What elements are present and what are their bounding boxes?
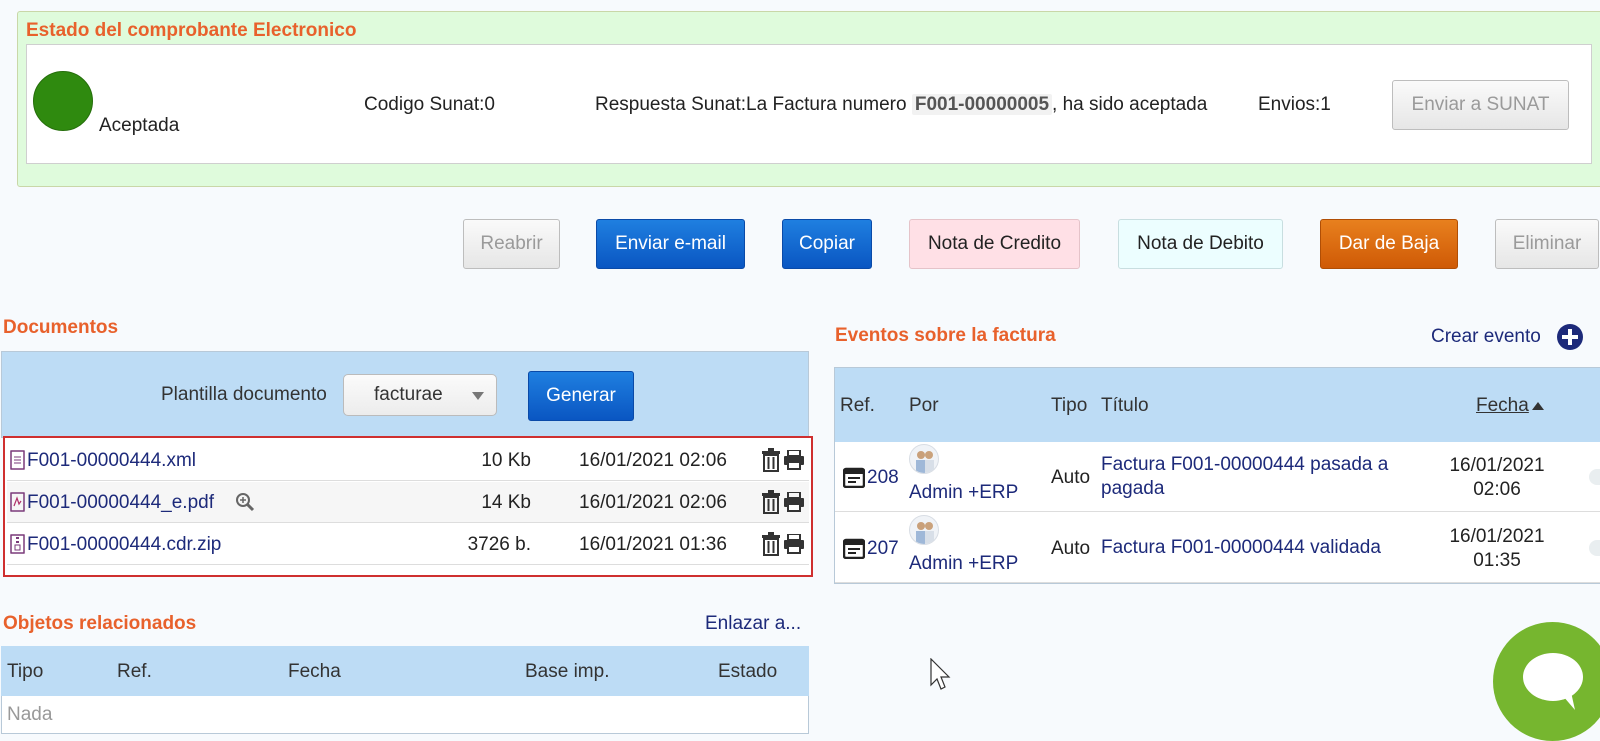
column-header-fecha[interactable]: Fecha [1476,395,1529,417]
file-row: F001-00000444.xml 10 Kb 16/01/2021 02:06 [7,440,809,481]
avatar-people-icon [916,522,934,544]
cancel-invoice-button[interactable]: Dar de Baja [1320,219,1458,269]
printer-icon[interactable] [783,534,805,554]
empty-message: Nada [7,704,53,725]
event-title-link[interactable]: Factura F001-00000444 pasada a pagada [1101,453,1431,501]
zip-file-icon [10,534,25,554]
column-header-titulo[interactable]: Título [1101,395,1149,417]
trash-icon[interactable] [761,490,781,514]
documents-file-list: F001-00000444.xml 10 Kb 16/01/2021 02:06… [3,436,813,577]
file-row: F001-00000444.cdr.zip 3726 b. 16/01/2021… [7,524,809,565]
user-avatar[interactable] [909,444,939,474]
event-author-link[interactable]: Admin +ERP [909,553,1018,575]
create-event-link[interactable]: Crear evento [1431,326,1541,348]
event-row: 208 Admin +ERP Auto Factura F001-0000044… [835,442,1600,512]
file-link[interactable]: F001-00000444.cdr.zip [27,534,221,556]
sunat-response-prefix: Respuesta Sunat:La Factura numero [595,94,907,115]
status-label: Aceptada [99,115,180,136]
event-date: 16/01/2021 02:06 [1447,454,1547,502]
event-type: Auto [1051,467,1091,488]
event-date-day: 16/01/2021 [1449,455,1545,476]
event-row: 207 Admin +ERP Auto Factura F001-0000044… [835,513,1600,583]
user-avatar[interactable] [909,515,939,545]
template-label: Plantilla documento [161,384,327,405]
trash-icon[interactable] [761,448,781,472]
event-author-link[interactable]: Admin +ERP [909,482,1018,504]
file-link[interactable]: F001-00000444.xml [27,450,196,472]
sunat-response-suffix: , ha sido aceptada [1052,94,1208,115]
event-status-pill [1589,540,1600,556]
column-header-fecha[interactable]: Fecha [288,661,341,683]
column-header-base-imp[interactable]: Base imp. [525,661,609,683]
event-ref-link[interactable]: 208 [867,467,899,489]
event-ref-link[interactable]: 207 [867,538,899,560]
event-status-pill [1589,469,1600,485]
copy-button[interactable]: Copiar [782,219,872,269]
file-size: 14 Kb [481,492,531,513]
link-to-button[interactable]: Enlazar a... [705,613,801,635]
file-size: 3726 b. [467,534,531,555]
mouse-cursor-icon [930,658,951,690]
file-date: 16/01/2021 01:36 [579,534,727,555]
generate-button[interactable]: Generar [528,371,634,421]
event-date-day: 16/01/2021 [1449,526,1545,547]
printer-icon[interactable] [783,450,805,470]
xml-file-icon [10,450,25,470]
status-indicator-icon [33,71,93,131]
column-header-por[interactable]: Por [909,395,939,417]
calendar-icon [843,538,865,559]
sunat-response: Respuesta Sunat:La Factura numero F001-0… [595,94,1207,116]
pdf-file-icon [10,492,25,512]
column-header-ref[interactable]: Ref. [117,661,152,683]
printer-icon[interactable] [783,492,805,512]
column-header-ref[interactable]: Ref. [840,395,875,417]
sunat-code: Codigo Sunat:0 [364,94,495,115]
column-header-estado[interactable]: Estado [718,661,777,683]
event-type: Auto [1051,538,1091,559]
documents-title: Documentos [3,317,119,338]
preview-zoom-icon[interactable] [235,492,255,512]
send-count: Envios:1 [1258,94,1331,115]
delete-button[interactable]: Eliminar [1495,219,1599,269]
sort-ascending-icon [1532,402,1544,410]
file-date: 16/01/2021 02:06 [579,450,727,471]
chevron-down-icon [472,392,484,400]
column-header-tipo[interactable]: Tipo [1051,395,1087,417]
column-header-tipo[interactable]: Tipo [7,661,43,683]
event-title-link[interactable]: Factura F001-00000444 validada [1101,536,1431,560]
send-to-sunat-button[interactable]: Enviar a SUNAT [1392,80,1569,130]
credit-note-button[interactable]: Nota de Credito [909,219,1080,269]
file-link[interactable]: F001-00000444_e.pdf [27,492,214,514]
related-objects-title: Objetos relacionados [3,613,197,634]
file-date: 16/01/2021 02:06 [579,492,727,513]
events-title: Eventos sobre la factura [835,325,1056,346]
chat-bubble-icon [1523,653,1583,710]
template-select[interactable]: facturae [343,374,497,416]
debit-note-button[interactable]: Nota de Debito [1118,219,1283,269]
chat-widget-button[interactable] [1493,622,1600,741]
event-date-time: 01:35 [1473,550,1521,571]
calendar-icon [843,467,865,488]
file-size: 10 Kb [481,450,531,471]
event-date: 16/01/2021 01:35 [1447,525,1547,573]
template-select-value: facturae [374,384,443,405]
invoice-number-badge: F001-00000005 [911,94,1053,115]
status-panel-title: Estado del comprobante Electronico [26,20,357,41]
trash-icon[interactable] [761,532,781,556]
reopen-button[interactable]: Reabrir [463,219,560,269]
event-date-time: 02:06 [1473,479,1521,500]
add-circle-icon[interactable] [1556,323,1584,351]
avatar-people-icon [916,451,934,473]
file-row: F001-00000444_e.pdf 14 Kb 16/01/2021 02:… [7,482,809,523]
send-email-button[interactable]: Enviar e-mail [596,219,745,269]
